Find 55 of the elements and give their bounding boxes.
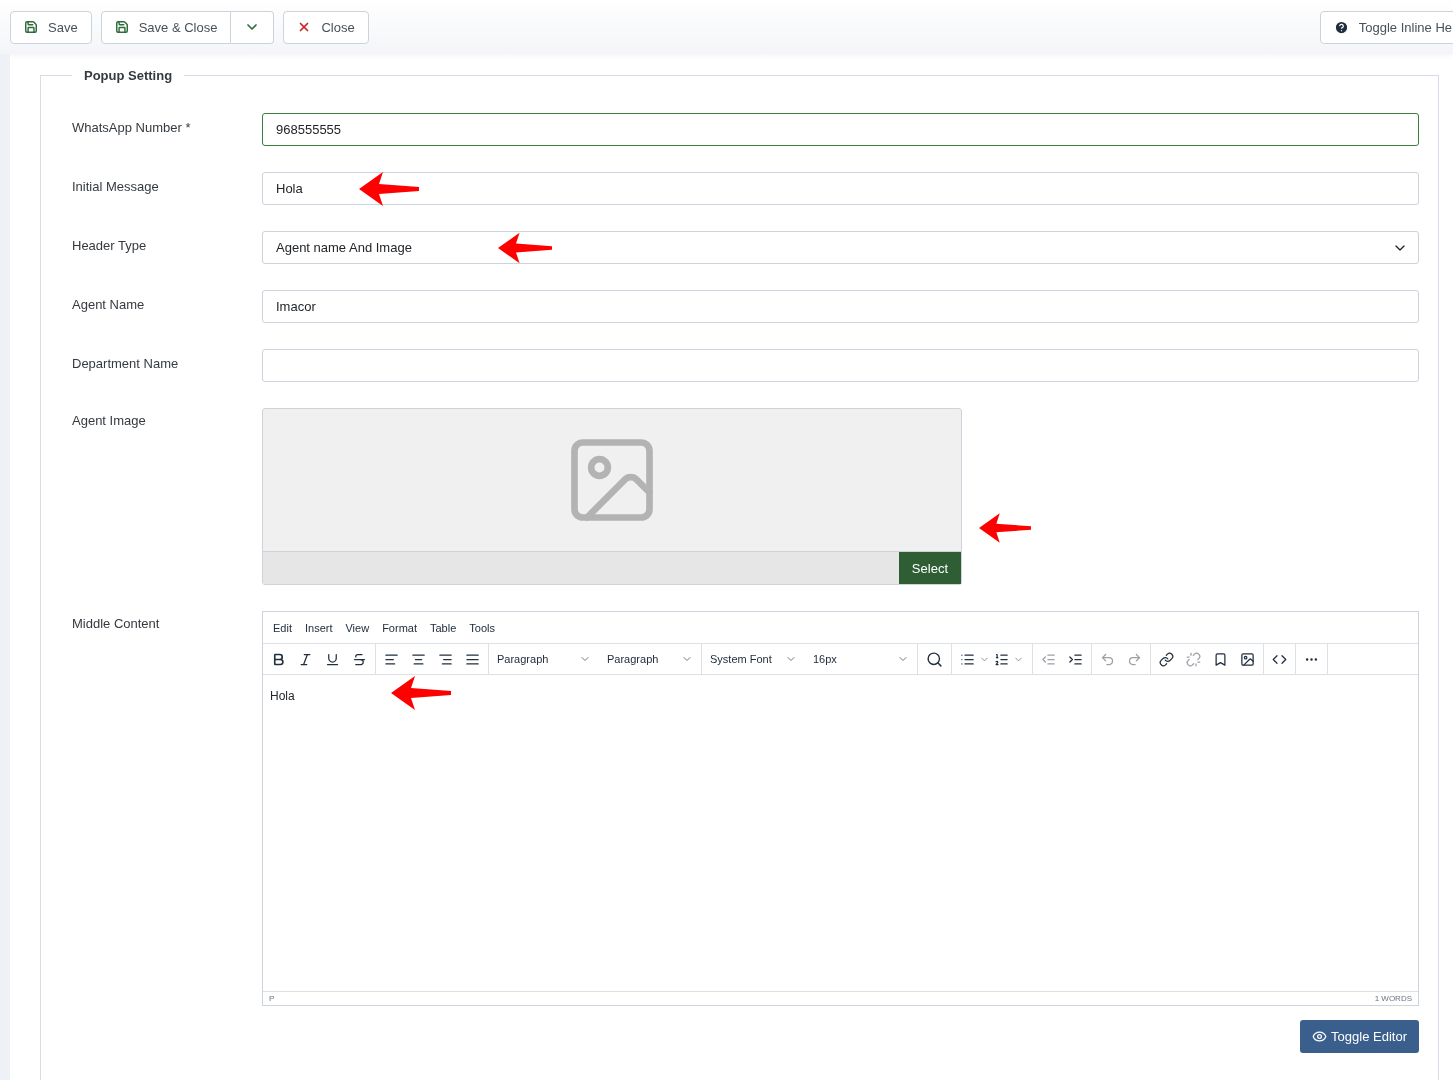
menu-item[interactable]: Table <box>430 621 457 634</box>
text-field[interactable] <box>262 349 1419 382</box>
indent-icon[interactable] <box>1068 651 1083 667</box>
field-label: Department Name <box>72 355 180 373</box>
menu-item[interactable]: Format <box>382 621 417 634</box>
select-button[interactable]: Select <box>898 552 961 584</box>
element-path: P <box>269 994 275 1003</box>
field-label: Header Type <box>72 237 148 255</box>
bullet-list-icon[interactable] <box>960 651 975 667</box>
unlink-icon[interactable] <box>1186 651 1201 667</box>
save-icon <box>24 20 38 34</box>
underline-icon[interactable] <box>325 651 340 667</box>
field-label: Initial Message <box>72 178 160 196</box>
select-field[interactable]: Agent name And Image <box>262 231 1419 264</box>
redo-icon[interactable] <box>1127 651 1142 667</box>
text-field[interactable]: 968555555 <box>262 113 1419 146</box>
link-icon[interactable] <box>1159 651 1174 667</box>
help-toggle-button[interactable]: Toggle Inline He <box>1319 10 1453 44</box>
text-field[interactable]: Imacor <box>262 290 1419 323</box>
field-label: WhatsApp Number * <box>72 119 192 137</box>
undo-icon[interactable] <box>1100 651 1115 667</box>
bookmark-icon[interactable] <box>1213 651 1228 667</box>
dropdown[interactable]: System Font <box>702 644 805 674</box>
save-close-button[interactable]: Save & Close <box>100 10 232 44</box>
help-icon <box>1333 19 1349 35</box>
editor-text: Hola <box>270 689 295 703</box>
bold-icon[interactable] <box>271 651 286 667</box>
align-center-icon[interactable] <box>411 651 426 667</box>
dropdown[interactable]: Paragraph <box>599 644 702 674</box>
menu-item[interactable]: Tools <box>469 621 495 634</box>
text-field[interactable]: Hola <box>262 172 1419 205</box>
dropdown[interactable]: Paragraph <box>489 644 599 674</box>
toggle-editor-button[interactable]: Toggle Editor <box>1300 1020 1419 1053</box>
save-button[interactable]: Save <box>10 10 92 44</box>
numbered-list-icon[interactable] <box>994 651 1009 667</box>
align-left-icon[interactable] <box>384 651 399 667</box>
image-icon[interactable] <box>1240 651 1255 667</box>
dropdown[interactable]: 16px <box>805 644 918 674</box>
save-icon <box>114 20 129 34</box>
menu-item[interactable]: Insert <box>304 621 333 634</box>
field-label: Middle Content <box>72 615 161 633</box>
word-count: 1 WORDS <box>1374 994 1412 1003</box>
close-button[interactable]: Close <box>283 10 369 44</box>
italic-icon[interactable] <box>298 651 313 667</box>
align-right-icon[interactable] <box>438 651 453 667</box>
menu-item[interactable]: Edit <box>273 621 292 634</box>
align-justify-icon[interactable] <box>465 651 480 667</box>
eye-icon <box>1312 1029 1328 1044</box>
menu-item[interactable]: View <box>345 621 370 634</box>
outdent-icon[interactable] <box>1041 651 1056 667</box>
search-icon[interactable] <box>926 650 943 668</box>
fieldset-legend: Popup Setting <box>72 68 185 83</box>
field-label: Agent Image <box>72 412 147 430</box>
strikethrough-icon[interactable] <box>352 651 367 667</box>
field-label: Agent Name <box>72 296 146 314</box>
